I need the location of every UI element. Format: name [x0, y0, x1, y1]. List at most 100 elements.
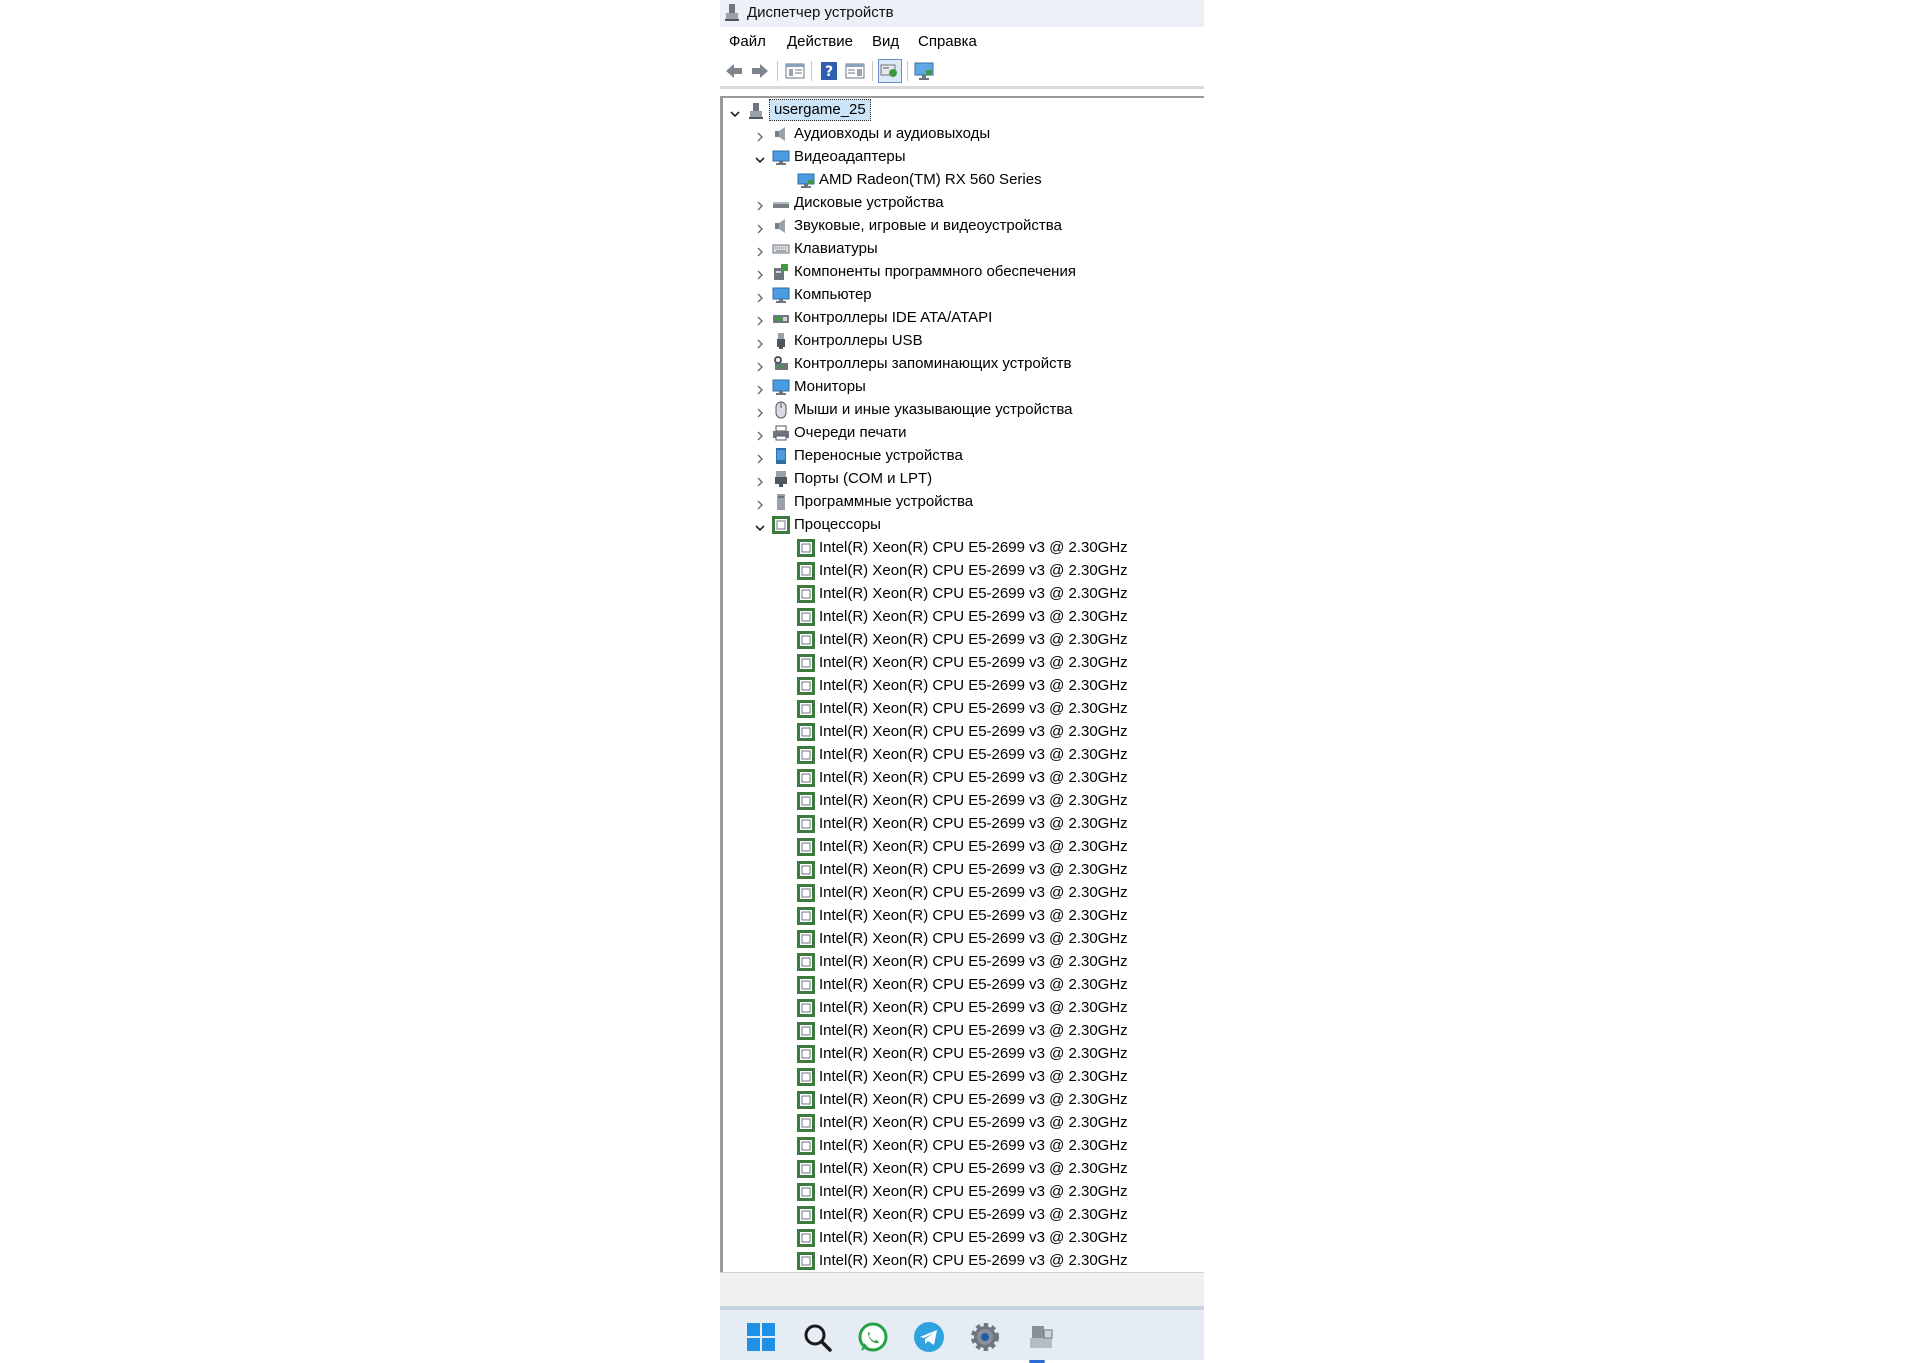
chevron-down-icon[interactable]	[754, 151, 766, 164]
processor-icon	[797, 700, 815, 718]
menu-file[interactable]: Файл	[729, 33, 766, 50]
scan-hardware-icon[interactable]	[878, 59, 902, 83]
chevron-right-icon[interactable]	[754, 450, 766, 464]
tree-category-8[interactable]: Контроллеры USB	[723, 330, 1203, 352]
tree-device-item[interactable]: Intel(R) Xeon(R) CPU E5-2699 v3 @ 2.30GH…	[723, 744, 1203, 766]
chevron-down-icon[interactable]	[729, 105, 741, 118]
processor-icon	[797, 631, 815, 649]
chevron-right-icon[interactable]	[754, 128, 766, 142]
chevron-right-icon[interactable]	[754, 473, 766, 487]
tree-device-item[interactable]: Intel(R) Xeon(R) CPU E5-2699 v3 @ 2.30GH…	[723, 928, 1203, 950]
tree-device-item[interactable]: Intel(R) Xeon(R) CPU E5-2699 v3 @ 2.30GH…	[723, 1135, 1203, 1157]
tree-device-item[interactable]: Intel(R) Xeon(R) CPU E5-2699 v3 @ 2.30GH…	[723, 905, 1203, 927]
device-manager-icon[interactable]	[1024, 1320, 1058, 1354]
view-icon[interactable]	[844, 60, 866, 82]
start-icon[interactable]	[744, 1320, 778, 1354]
tree-device-label: Intel(R) Xeon(R) CPU E5-2699 v3 @ 2.30GH…	[819, 723, 1128, 740]
tree-category-0[interactable]: Аудиовходы и аудиовыходы	[723, 123, 1203, 145]
tree-device-label: Intel(R) Xeon(R) CPU E5-2699 v3 @ 2.30GH…	[819, 562, 1128, 579]
tree-root-computer[interactable]: usergame_25	[723, 99, 1203, 122]
tree-device-item[interactable]: Intel(R) Xeon(R) CPU E5-2699 v3 @ 2.30GH…	[723, 813, 1203, 835]
help-icon[interactable]: ?	[818, 60, 840, 82]
tree-category-7[interactable]: Контроллеры IDE ATA/ATAPI	[723, 307, 1203, 329]
tree-category-10[interactable]: Мониторы	[723, 376, 1203, 398]
tree-device-item[interactable]: Intel(R) Xeon(R) CPU E5-2699 v3 @ 2.30GH…	[723, 629, 1203, 651]
tree-device-item[interactable]: Intel(R) Xeon(R) CPU E5-2699 v3 @ 2.30GH…	[723, 606, 1203, 628]
menu-help[interactable]: Справка	[918, 33, 977, 50]
search-icon[interactable]	[800, 1320, 834, 1354]
device-tree[interactable]: usergame_25 Аудиовходы и аудиовыходы Видео…	[720, 96, 1204, 1272]
toolbar-separator	[777, 61, 778, 81]
chevron-right-icon[interactable]	[754, 427, 766, 441]
chevron-right-icon[interactable]	[754, 197, 766, 211]
tree-device-item[interactable]: Intel(R) Xeon(R) CPU E5-2699 v3 @ 2.30GH…	[723, 997, 1203, 1019]
tree-device-item[interactable]: Intel(R) Xeon(R) CPU E5-2699 v3 @ 2.30GH…	[723, 790, 1203, 812]
tree-category-12[interactable]: Очереди печати	[723, 422, 1203, 444]
tree-device-item[interactable]: Intel(R) Xeon(R) CPU E5-2699 v3 @ 2.30GH…	[723, 951, 1203, 973]
chevron-right-icon[interactable]	[754, 289, 766, 303]
chevron-down-icon[interactable]	[754, 519, 766, 532]
tree-device-item[interactable]: Intel(R) Xeon(R) CPU E5-2699 v3 @ 2.30GH…	[723, 836, 1203, 858]
monitor-icon[interactable]	[913, 60, 935, 82]
tree-device-item[interactable]: Intel(R) Xeon(R) CPU E5-2699 v3 @ 2.30GH…	[723, 698, 1203, 720]
chevron-right-icon[interactable]	[754, 335, 766, 349]
tree-device-item[interactable]: Intel(R) Xeon(R) CPU E5-2699 v3 @ 2.30GH…	[723, 560, 1203, 582]
processor-icon	[797, 815, 815, 833]
tree-device-item[interactable]: Intel(R) Xeon(R) CPU E5-2699 v3 @ 2.30GH…	[723, 1250, 1203, 1272]
chevron-right-icon[interactable]	[754, 220, 766, 234]
tree-device-item[interactable]: Intel(R) Xeon(R) CPU E5-2699 v3 @ 2.30GH…	[723, 721, 1203, 743]
back-icon[interactable]	[723, 60, 745, 82]
tree-device-item[interactable]: Intel(R) Xeon(R) CPU E5-2699 v3 @ 2.30GH…	[723, 1020, 1203, 1042]
menu-action[interactable]: Действие	[787, 33, 853, 50]
tree-device-item[interactable]: Intel(R) Xeon(R) CPU E5-2699 v3 @ 2.30GH…	[723, 1204, 1203, 1226]
chevron-right-icon[interactable]	[754, 404, 766, 418]
tree-device-item[interactable]: Intel(R) Xeon(R) CPU E5-2699 v3 @ 2.30GH…	[723, 1089, 1203, 1111]
chevron-right-icon[interactable]	[754, 496, 766, 510]
tree-device-item[interactable]: Intel(R) Xeon(R) CPU E5-2699 v3 @ 2.30GH…	[723, 537, 1203, 559]
tree-category-label: Контроллеры IDE ATA/ATAPI	[794, 309, 993, 326]
chevron-right-icon[interactable]	[754, 312, 766, 326]
tree-device-item[interactable]: Intel(R) Xeon(R) CPU E5-2699 v3 @ 2.30GH…	[723, 652, 1203, 674]
tree-device-item[interactable]: Intel(R) Xeon(R) CPU E5-2699 v3 @ 2.30GH…	[723, 767, 1203, 789]
tree-category-16[interactable]: Процессоры	[723, 514, 1203, 536]
tree-device-item[interactable]: Intel(R) Xeon(R) CPU E5-2699 v3 @ 2.30GH…	[723, 675, 1203, 697]
menu-view[interactable]: Вид	[872, 33, 899, 50]
tree-device-item[interactable]: AMD Radeon(TM) RX 560 Series	[723, 169, 1203, 191]
tree-device-item[interactable]: Intel(R) Xeon(R) CPU E5-2699 v3 @ 2.30GH…	[723, 1066, 1203, 1088]
tree-device-item[interactable]: Intel(R) Xeon(R) CPU E5-2699 v3 @ 2.30GH…	[723, 1158, 1203, 1180]
processor-icon	[797, 792, 815, 810]
tree-category-3[interactable]: Звуковые, игровые и видеоустройства	[723, 215, 1203, 237]
tree-device-item[interactable]: Intel(R) Xeon(R) CPU E5-2699 v3 @ 2.30GH…	[723, 859, 1203, 881]
tree-category-9[interactable]: Контроллеры запоминающих устройств	[723, 353, 1203, 375]
telegram-icon[interactable]	[912, 1320, 946, 1354]
tree-category-6[interactable]: Компьютер	[723, 284, 1203, 306]
tree-category-2[interactable]: Дисковые устройства	[723, 192, 1203, 214]
tree-category-14[interactable]: Порты (COM и LPT)	[723, 468, 1203, 490]
settings-icon[interactable]	[968, 1320, 1002, 1354]
chevron-right-icon[interactable]	[754, 266, 766, 280]
display-adapter-icon	[772, 148, 790, 166]
chevron-right-icon[interactable]	[754, 243, 766, 257]
tree-device-item[interactable]: Intel(R) Xeon(R) CPU E5-2699 v3 @ 2.30GH…	[723, 1181, 1203, 1203]
tree-category-label: Компоненты программного обеспечения	[794, 263, 1076, 280]
device-manager-window: Диспетчер устройств Файл Действие Вид Сп…	[720, 0, 1204, 1363]
title-bar[interactable]: Диспетчер устройств	[720, 0, 1204, 27]
status-bar	[720, 1272, 1204, 1307]
tree-device-item[interactable]: Intel(R) Xeon(R) CPU E5-2699 v3 @ 2.30GH…	[723, 583, 1203, 605]
tree-category-5[interactable]: Компоненты программного обеспечения	[723, 261, 1203, 283]
tree-device-item[interactable]: Intel(R) Xeon(R) CPU E5-2699 v3 @ 2.30GH…	[723, 974, 1203, 996]
tree-category-1[interactable]: Видеоадаптеры	[723, 146, 1203, 168]
forward-icon[interactable]	[749, 60, 771, 82]
tree-device-item[interactable]: Intel(R) Xeon(R) CPU E5-2699 v3 @ 2.30GH…	[723, 1227, 1203, 1249]
chevron-right-icon[interactable]	[754, 358, 766, 372]
tree-category-11[interactable]: Мыши и иные указывающие устройства	[723, 399, 1203, 421]
whatsapp-icon[interactable]	[856, 1320, 890, 1354]
chevron-right-icon[interactable]	[754, 381, 766, 395]
tree-device-item[interactable]: Intel(R) Xeon(R) CPU E5-2699 v3 @ 2.30GH…	[723, 1112, 1203, 1134]
tree-device-item[interactable]: Intel(R) Xeon(R) CPU E5-2699 v3 @ 2.30GH…	[723, 1043, 1203, 1065]
properties-icon[interactable]	[784, 60, 806, 82]
tree-device-item[interactable]: Intel(R) Xeon(R) CPU E5-2699 v3 @ 2.30GH…	[723, 882, 1203, 904]
tree-category-15[interactable]: Программные устройства	[723, 491, 1203, 513]
tree-category-4[interactable]: Клавиатуры	[723, 238, 1203, 260]
tree-category-13[interactable]: Переносные устройства	[723, 445, 1203, 467]
